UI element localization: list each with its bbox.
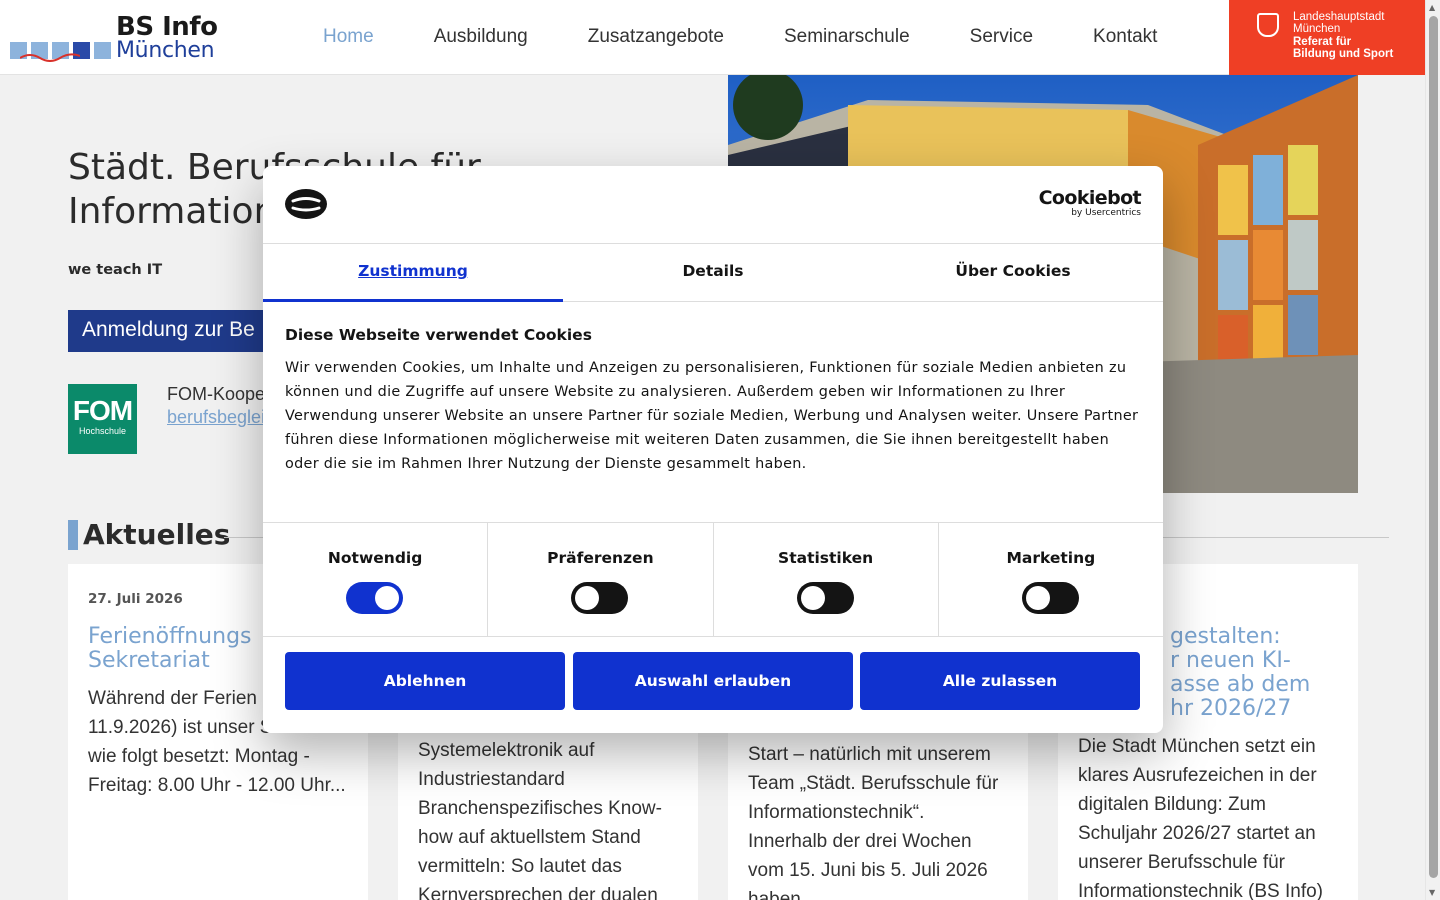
toggle-label: Präferenzen xyxy=(547,549,654,567)
cookiebot-brand-name: Cookiebot xyxy=(1038,187,1142,209)
dialog-header: Cookiebot by Usercentrics xyxy=(263,166,1163,244)
switch-knob xyxy=(375,586,400,610)
cookiebot-icon xyxy=(285,189,327,219)
praeferenzen-switch[interactable] xyxy=(571,582,629,614)
toggle-label: Notwendig xyxy=(327,549,423,567)
switch-knob xyxy=(575,586,600,610)
statistiken-switch[interactable] xyxy=(796,582,854,614)
switch-knob xyxy=(800,586,825,610)
dialog-description: Wir verwenden Cookies, um Inhalte und An… xyxy=(285,360,1139,472)
marketing-switch[interactable] xyxy=(1021,582,1079,614)
toggle-label: Marketing xyxy=(1006,549,1096,567)
toggle-group-marketing: Marketing xyxy=(939,523,1163,636)
toggle-group-praeferenzen: Präferenzen xyxy=(488,523,714,636)
tab-zustimmung[interactable]: Zustimmung xyxy=(263,244,563,302)
tab-ueber-cookies[interactable]: Über Cookies xyxy=(863,244,1163,301)
tab-details[interactable]: Details xyxy=(563,244,863,301)
scroll-up-icon[interactable]: ▲ xyxy=(1429,3,1435,12)
notwendig-switch[interactable] xyxy=(346,582,404,614)
consent-toggles: Notwendig Präferenzen Statistiken Market… xyxy=(263,522,1163,637)
cookiebot-brand-sub: by Usercentrics xyxy=(1071,208,1141,218)
toggle-label: Statistiken xyxy=(778,549,874,567)
toggle-group-notwendig: Notwendig xyxy=(263,523,489,636)
switch-knob xyxy=(1025,586,1050,610)
cookiebot-brand[interactable]: Cookiebot by Usercentrics xyxy=(1038,187,1142,219)
allow-selection-button[interactable]: Auswahl erlauben xyxy=(573,652,853,710)
toggle-group-statistiken: Statistiken xyxy=(714,523,939,636)
cookie-consent-dialog: Cookiebot by Usercentrics Zustimmung Det… xyxy=(263,166,1163,733)
scroll-down-icon[interactable]: ▼ xyxy=(1429,888,1435,897)
allow-all-button[interactable]: Alle zulassen xyxy=(860,652,1140,710)
scrollbar-thumb[interactable] xyxy=(1429,16,1438,878)
dialog-heading: Diese Webseite verwendet Cookies xyxy=(285,326,592,344)
page-scrollbar[interactable]: ▲ ▼ xyxy=(1425,0,1440,900)
decline-button[interactable]: Ablehnen xyxy=(285,652,565,710)
dialog-tabs: Zustimmung Details Über Cookies xyxy=(263,244,1163,302)
